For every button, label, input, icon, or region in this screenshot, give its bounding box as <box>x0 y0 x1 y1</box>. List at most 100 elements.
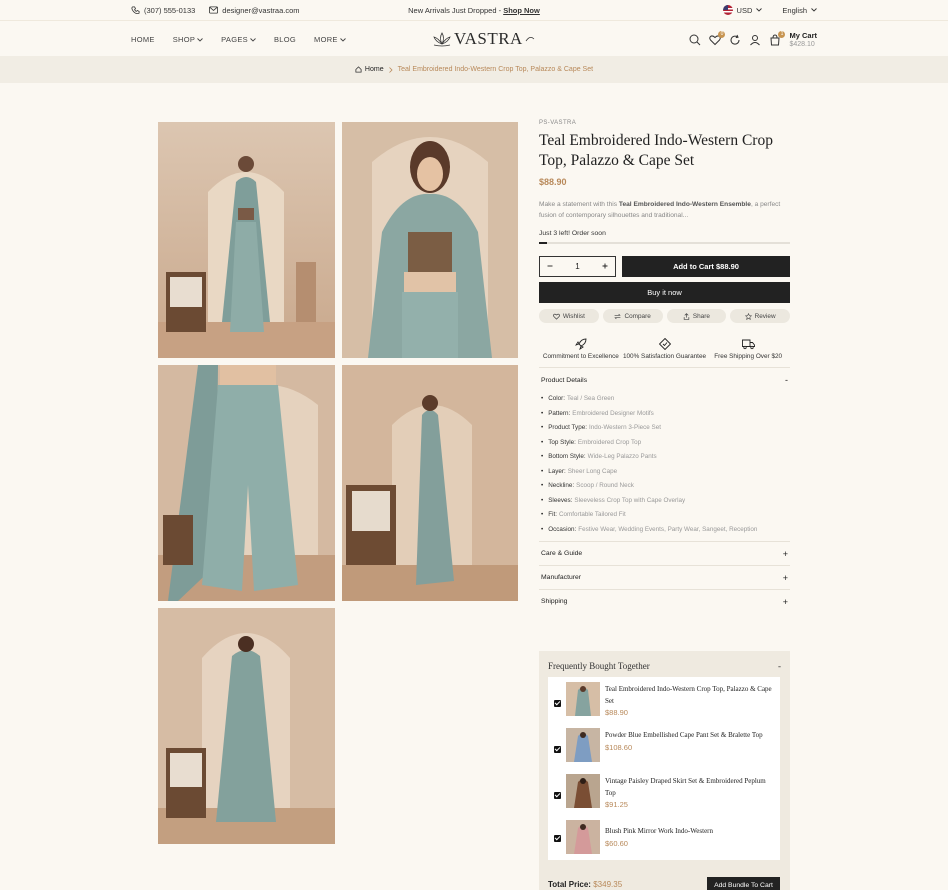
detail-key: Pattern: <box>548 409 571 417</box>
detail-item: Bottom Style:Wide-Leg Palazzo Pants <box>541 450 790 465</box>
feature-list: Commitment to Excellence 100% Satisfacti… <box>539 338 790 362</box>
info-accordions: Care & Guide + Manufacturer + Shipping + <box>539 541 790 613</box>
product-photo-back <box>158 608 335 844</box>
shop-now-link[interactable]: Shop Now <box>503 6 540 15</box>
phone-icon <box>131 5 140 14</box>
product-image-3[interactable] <box>158 365 335 601</box>
fbt-thumb-image <box>566 774 600 808</box>
detail-value: Wide-Leg Palazzo Pants <box>587 453 657 460</box>
fbt-item-price: $91.25 <box>605 800 628 809</box>
nav-item-more[interactable]: MORE <box>314 35 346 44</box>
language-value: English <box>782 5 807 15</box>
badge-check-icon <box>658 338 671 350</box>
fbt-item-name[interactable]: Vintage Paisley Draped Skirt Set & Embro… <box>605 776 775 799</box>
detail-key: Fit: <box>548 511 557 518</box>
add-to-cart-button[interactable]: Add to Cart $88.90 <box>622 256 790 277</box>
search-button[interactable] <box>689 34 701 46</box>
share-action-button[interactable]: Share <box>666 309 727 323</box>
cart-total: $428.10 <box>789 41 815 48</box>
review-action-button[interactable]: Review <box>730 309 790 323</box>
us-flag-icon <box>722 5 733 15</box>
accordion-label: Care & Guide <box>541 550 583 557</box>
decrease-qty-button[interactable] <box>547 262 553 271</box>
top-bar: (307) 555-0133 designer@vastraa.com New … <box>0 0 948 20</box>
heart-icon <box>552 313 560 320</box>
product-photo-full-front <box>158 122 335 358</box>
share-icon <box>683 312 690 320</box>
accordion-shipping[interactable]: Shipping + <box>539 589 790 613</box>
account-button[interactable] <box>749 34 761 46</box>
phone-contact[interactable]: (307) 555-0133 <box>131 6 195 15</box>
buy-now-button[interactable]: Buy it now <box>539 282 790 303</box>
product-title: Teal Embroidered Indo-Western Crop Top, … <box>539 132 773 169</box>
product-image-5[interactable] <box>158 608 335 844</box>
fbt-checkbox[interactable] <box>554 792 561 799</box>
breadcrumb-home[interactable]: Home <box>355 66 384 73</box>
wishlist-action-label: Wishlist <box>562 312 585 320</box>
cart-button[interactable]: 1 <box>769 31 786 46</box>
fbt-checkbox[interactable] <box>554 835 561 842</box>
frequently-bought-together: Frequently Bought Together - Teal Embroi… <box>539 651 790 890</box>
fbt-thumb-image <box>566 682 600 716</box>
compare-action-button[interactable]: Compare <box>602 309 663 323</box>
wishlist-button[interactable]: 0 <box>709 31 726 46</box>
bundle-total: Total Price: $349.35 <box>548 880 622 889</box>
detail-item: Top Style:Embroidered Crop Top <box>541 436 790 451</box>
feature-satisfaction: 100% Satisfaction Guarantee <box>623 338 707 362</box>
product-sku: PS-VASTRA <box>539 120 577 126</box>
total-value: $349.35 <box>593 880 623 889</box>
detail-key: Layer: <box>548 467 566 475</box>
fbt-list: Teal Embroidered Indo-Western Crop Top, … <box>548 677 780 860</box>
feature-shipping-text: Free Shipping Over $20 <box>714 353 783 360</box>
nav-item-pages[interactable]: PAGES <box>221 35 256 44</box>
user-icon <box>750 35 761 46</box>
fbt-header[interactable]: Frequently Bought Together - <box>548 661 781 671</box>
review-action-label: Review <box>754 312 776 320</box>
wishlist-action-button[interactable]: Wishlist <box>539 309 599 323</box>
detail-key: Occasion: <box>548 525 577 533</box>
breadcrumb-current: Teal Embroidered Indo-Western Crop Top, … <box>397 66 594 73</box>
fbt-item-price: $108.60 <box>605 742 633 752</box>
product-image-1[interactable] <box>158 122 335 358</box>
nav-item-blog[interactable]: BLOG <box>274 35 296 44</box>
chevron-down-icon <box>811 8 817 12</box>
fbt-title: Frequently Bought Together <box>548 661 650 671</box>
total-label: Total Price: <box>548 880 591 889</box>
stock-progress-fill <box>539 242 547 244</box>
fbt-item-name[interactable]: Teal Embroidered Indo-Western Crop Top, … <box>605 684 775 707</box>
feature-shipping: Free Shipping Over $20 <box>706 338 790 362</box>
quantity-value[interactable]: 1 <box>575 262 579 271</box>
chevron-down-icon <box>197 37 203 42</box>
accordion-manufacturer[interactable]: Manufacturer + <box>539 565 790 589</box>
logo[interactable]: VASTRA <box>432 29 535 49</box>
accordion-care-guide[interactable]: Care & Guide + <box>539 541 790 565</box>
compare-button[interactable] <box>729 34 741 46</box>
increase-qty-button[interactable] <box>602 262 608 271</box>
detail-item: Fit:Comfortable Tailored Fit <box>541 508 790 523</box>
main-nav: HOME SHOP PAGES BLOG MORE VASTRA 0 1 My Cart… <box>0 20 948 56</box>
chevron-down-icon <box>339 37 346 42</box>
product-details-header[interactable]: Product Details - <box>539 368 790 392</box>
fbt-checkbox[interactable] <box>554 746 561 753</box>
expand-icon: + <box>782 548 788 559</box>
detail-value: Sheer Long Cape <box>567 467 618 475</box>
fbt-item-name[interactable]: Blush Pink Mirror Work Indo-Western <box>605 826 775 838</box>
product-image-2[interactable] <box>342 122 518 358</box>
nav-item-home[interactable]: HOME <box>131 35 155 44</box>
detail-item: Product Type:Indo-Western 3-Piece Set <box>541 421 790 436</box>
nav-item-shop[interactable]: SHOP <box>173 35 203 44</box>
product-image-4[interactable] <box>342 365 518 601</box>
detail-value: Indo-Western 3-Piece Set <box>588 424 661 431</box>
fbt-item-name[interactable]: Powder Blue Embellished Cape Pant Set & … <box>605 730 775 742</box>
currency-selector[interactable]: USD <box>722 5 763 15</box>
email-contact[interactable]: designer@vastraa.com <box>209 6 300 15</box>
cart-summary[interactable]: My Cart $428.10 <box>789 31 817 49</box>
add-bundle-button[interactable]: Add Bundle To Cart <box>707 877 780 890</box>
product-description: Make a statement with this Teal Embroide… <box>539 199 790 221</box>
search-icon <box>689 34 701 46</box>
detail-key: Color: <box>548 395 566 402</box>
quantity-stepper: 1 <box>539 256 616 277</box>
expand-icon: + <box>782 572 788 583</box>
language-selector[interactable]: English <box>782 6 817 15</box>
fbt-checkbox[interactable] <box>554 700 561 707</box>
